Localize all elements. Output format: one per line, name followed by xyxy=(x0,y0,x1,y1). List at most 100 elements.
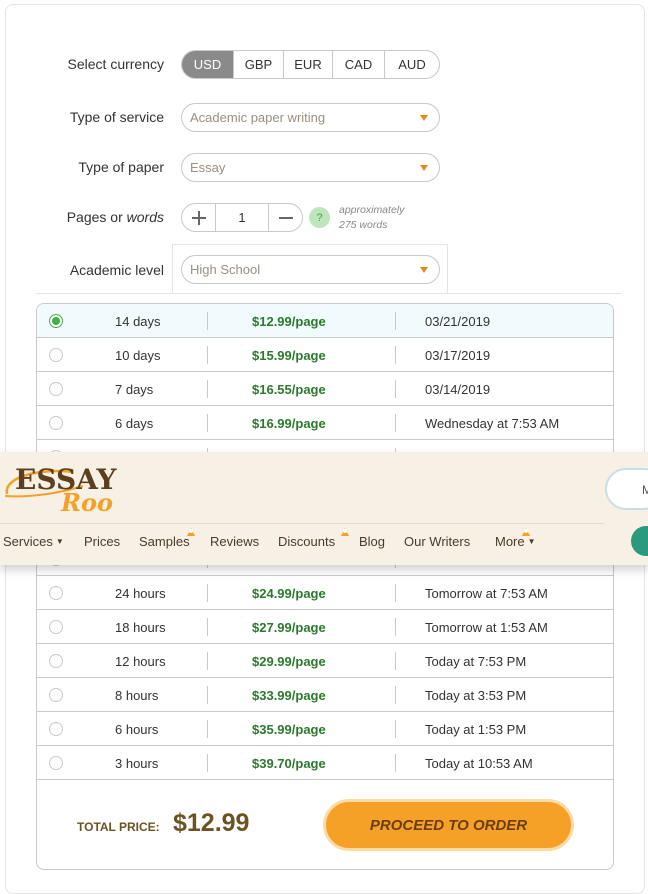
column-separator xyxy=(395,652,396,670)
deadline-row[interactable]: 6 days $16.99/page Wednesday at 7:53 AM xyxy=(37,406,613,440)
pages-label-text: Pages or xyxy=(66,209,127,225)
minus-button[interactable] xyxy=(269,204,302,231)
deadline-price: $15.99/page xyxy=(252,348,326,363)
top-right-button[interactable]: M xyxy=(605,468,648,510)
deadline-date: Today at 3:53 PM xyxy=(425,688,527,703)
service-select[interactable]: Academic paper writing xyxy=(181,103,440,132)
nav-item[interactable]: Discounts xyxy=(278,534,335,549)
column-separator xyxy=(207,380,208,398)
plus-button[interactable] xyxy=(182,204,215,231)
deadline-radio[interactable] xyxy=(49,586,63,600)
deadline-radio[interactable] xyxy=(49,416,63,430)
deadline-radio[interactable] xyxy=(49,348,63,362)
word-count-hint: approximately 275 words xyxy=(339,203,404,233)
proceed-to-order-button[interactable]: PROCEED TO ORDER xyxy=(323,799,574,851)
logo-roo: Roo xyxy=(60,488,113,514)
divider xyxy=(36,293,621,294)
deadline-duration: 3 hours xyxy=(115,756,159,771)
new-badge-icon xyxy=(187,528,196,536)
deadline-duration: 12 hours xyxy=(115,654,166,669)
deadline-radio[interactable] xyxy=(49,314,63,328)
deadline-row[interactable]: 3 hours $39.70/page Today at 10:53 AM xyxy=(37,746,613,780)
level-select[interactable]: High School xyxy=(181,255,440,284)
deadline-row[interactable]: 12 hours $29.99/page Today at 7:53 PM xyxy=(37,644,613,678)
deadline-date: Today at 10:53 AM xyxy=(425,756,533,771)
nav-item[interactable]: Samples xyxy=(139,534,190,549)
deadline-row[interactable]: 10 days $15.99/page 03/17/2019 xyxy=(37,338,613,372)
deadline-row[interactable]: 14 days $12.99/page 03/21/2019 xyxy=(37,304,613,338)
help-icon[interactable]: ? xyxy=(309,207,330,228)
deadline-price: $39.70/page xyxy=(252,756,326,771)
chevron-down-icon xyxy=(420,267,428,273)
minus-icon xyxy=(278,216,293,219)
deadline-date: 03/17/2019 xyxy=(425,348,491,363)
level-label: Academic level xyxy=(69,262,164,278)
nav-item[interactable]: Our Writers xyxy=(404,534,470,549)
deadline-row[interactable]: 6 hours $35.99/page Today at 1:53 PM xyxy=(37,712,613,746)
service-value: Academic paper writing xyxy=(190,110,326,125)
nav-label: Services xyxy=(3,534,53,549)
nav-item[interactable]: Prices xyxy=(84,534,120,549)
chevron-down-icon xyxy=(420,115,428,121)
deadline-table: 14 days $12.99/page 03/21/2019 10 days $15.9… xyxy=(36,303,614,870)
deadline-radio[interactable] xyxy=(49,756,63,770)
currency-gbp[interactable]: GBP xyxy=(233,51,283,78)
level-value: High School xyxy=(190,262,261,277)
column-separator xyxy=(207,618,208,636)
essayroo-logo[interactable]: ESSAY Roo xyxy=(3,456,128,514)
deadline-row[interactable]: 8 hours $33.99/page Today at 3:53 PM xyxy=(37,678,613,712)
deadline-row[interactable]: 18 hours $27.99/page Tomorrow at 1:53 AM xyxy=(37,610,613,644)
column-separator xyxy=(395,346,396,364)
total-price-value: $12.99 xyxy=(173,809,250,837)
deadline-date: Wednesday at 7:53 AM xyxy=(425,416,560,431)
pages-label-words: words xyxy=(126,209,164,225)
deadline-price: $35.99/page xyxy=(252,722,326,737)
deadline-price: $24.99/page xyxy=(252,586,326,601)
pages-input[interactable]: 1 xyxy=(215,204,269,231)
nav-item[interactable]: Reviews xyxy=(210,534,259,549)
deadline-duration: 24 hours xyxy=(115,586,166,601)
deadline-radio[interactable] xyxy=(49,620,63,634)
order-now-button[interactable] xyxy=(631,526,648,556)
total-price-label: TOTAL PRICE: xyxy=(77,820,160,834)
deadline-date: 03/21/2019 xyxy=(425,314,491,329)
pages-label: Pages or words xyxy=(4,209,164,225)
service-label: Type of service xyxy=(69,109,164,125)
currency-usd[interactable]: USD xyxy=(182,51,233,78)
nav-item[interactable]: Services ▼ xyxy=(3,534,64,549)
deadline-radio[interactable] xyxy=(49,688,63,702)
pages-stepper: 1 xyxy=(181,203,303,232)
column-separator xyxy=(207,720,208,738)
deadline-row[interactable]: 24 hours $24.99/page Tomorrow at 7:53 AM xyxy=(37,576,613,610)
column-separator xyxy=(395,618,396,636)
deadline-price: $16.99/page xyxy=(252,416,326,431)
currency-eur[interactable]: EUR xyxy=(283,51,332,78)
currency-cad[interactable]: CAD xyxy=(332,51,384,78)
column-separator xyxy=(395,686,396,704)
deadline-duration: 6 days xyxy=(115,416,154,431)
deadline-duration: 7 days xyxy=(115,382,154,397)
deadline-radio[interactable] xyxy=(49,382,63,396)
column-separator xyxy=(207,346,208,364)
nav-item[interactable]: Blog xyxy=(359,534,385,549)
column-separator xyxy=(395,584,396,602)
caret-down-icon: ▼ xyxy=(527,537,536,546)
paper-select[interactable]: Essay xyxy=(181,153,440,182)
deadline-price: $16.55/page xyxy=(252,382,326,397)
deadline-duration: 6 hours xyxy=(115,722,159,737)
deadline-radio[interactable] xyxy=(49,654,63,668)
deadline-date: Tomorrow at 7:53 AM xyxy=(425,586,548,601)
currency-aud[interactable]: AUD xyxy=(384,51,439,78)
deadline-radio[interactable] xyxy=(49,722,63,736)
deadline-duration: 14 days xyxy=(115,314,161,329)
column-separator xyxy=(207,584,208,602)
nav-label: Discounts xyxy=(278,534,336,549)
column-separator xyxy=(207,754,208,772)
column-separator xyxy=(395,312,396,330)
deadline-duration: 10 days xyxy=(115,348,161,363)
caret-down-icon: ▼ xyxy=(55,537,64,546)
currency-label: Select currency xyxy=(67,56,164,72)
deadline-date: Today at 1:53 PM xyxy=(425,722,527,737)
deadline-row[interactable]: 7 days $16.55/page 03/14/2019 xyxy=(37,372,613,406)
column-separator xyxy=(395,380,396,398)
